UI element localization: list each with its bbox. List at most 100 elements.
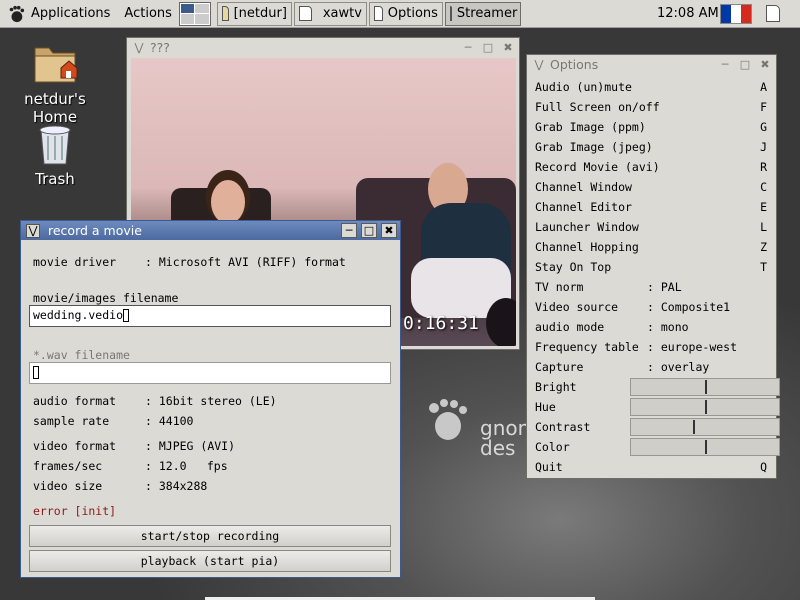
close-icon[interactable]: ✖ xyxy=(757,57,773,72)
options-titlebar[interactable]: ⋁ Options ─ □ ✖ xyxy=(527,55,776,74)
quit-item[interactable]: Quit Q xyxy=(535,457,767,477)
notes-icon[interactable] xyxy=(766,5,780,22)
gnome-foot-icon xyxy=(9,5,25,22)
close-icon[interactable]: ✖ xyxy=(500,40,516,55)
sample-rate-label: sample rate xyxy=(33,414,110,428)
workspace-switcher[interactable] xyxy=(178,1,211,26)
video-format-label: video format xyxy=(33,439,117,453)
folder-icon xyxy=(221,6,229,21)
minimize-icon[interactable]: ─ xyxy=(717,57,733,72)
start-stop-recording-button[interactable]: start/stop recording xyxy=(29,525,391,547)
setting-label: Capture xyxy=(535,360,584,374)
keyboard-layout-flag-icon[interactable] xyxy=(720,4,752,24)
option-setting[interactable]: Frequency table: europe-west xyxy=(535,337,767,357)
playback-button[interactable]: playback (start pia) xyxy=(29,550,391,572)
option-setting[interactable]: Capture: overlay xyxy=(535,357,767,377)
actions-menu[interactable]: Actions xyxy=(117,0,179,28)
option-label: Channel Window xyxy=(535,180,632,194)
fps-value[interactable]: 12.0 xyxy=(159,459,207,473)
window-icon xyxy=(373,6,383,21)
option-item[interactable]: Channel Window C xyxy=(535,177,767,197)
option-item[interactable]: Channel Editor E xyxy=(535,197,767,217)
taskbar-streamer[interactable]: Streamer xyxy=(444,1,521,26)
video-size-label: video size xyxy=(33,479,103,493)
slider-label: Hue xyxy=(535,400,556,414)
taskbar-options[interactable]: Options xyxy=(368,1,443,26)
option-setting[interactable]: audio mode: mono xyxy=(535,317,767,337)
slider-handle[interactable] xyxy=(705,400,707,414)
video-format-row: video format: MJPEG (AVI) xyxy=(33,439,236,453)
slider-row: Bright xyxy=(535,377,780,397)
window-icon xyxy=(449,6,452,21)
slider-track[interactable] xyxy=(630,418,780,436)
trash-desktop-icon[interactable]: Trash xyxy=(0,122,110,188)
video-size-value[interactable]: 384x288 xyxy=(159,479,207,493)
trash-label: Trash xyxy=(35,170,75,188)
option-shortcut: J xyxy=(760,140,767,154)
wallpaper-text: gnome des xyxy=(480,418,526,458)
option-item[interactable]: Stay On Top T xyxy=(535,257,767,277)
option-item[interactable]: Full Screen on/off F xyxy=(535,97,767,117)
option-label: Grab Image (ppm) xyxy=(535,120,646,134)
quit-shortcut: Q xyxy=(760,460,767,474)
window-menu-icon[interactable]: ⋁ xyxy=(532,58,546,72)
option-shortcut: T xyxy=(760,260,767,274)
option-label: Stay On Top xyxy=(535,260,612,274)
audio-format-label: audio format xyxy=(33,394,117,408)
home-folder-icon xyxy=(34,47,78,83)
slider-handle[interactable] xyxy=(705,380,707,394)
taskbar-netdur[interactable]: [netdur] xyxy=(216,1,292,26)
minimize-icon[interactable]: ─ xyxy=(460,40,476,55)
setting-value: europe-west xyxy=(660,340,738,354)
maximize-icon[interactable]: □ xyxy=(737,57,753,72)
option-item[interactable]: Audio (un)mute A xyxy=(535,77,767,97)
option-shortcut: L xyxy=(760,220,767,234)
clock[interactable]: 12:08 AM xyxy=(657,6,719,21)
trash-icon xyxy=(39,125,71,165)
driver-row: movie driver: Microsoft AVI (RIFF) forma… xyxy=(33,255,346,269)
option-item[interactable]: Channel Hopping Z xyxy=(535,237,767,257)
slider-label: Bright xyxy=(535,380,577,394)
setting-value: overlay xyxy=(660,360,710,374)
slider-handle[interactable] xyxy=(693,420,695,434)
filename-input[interactable]: wedding.vedio xyxy=(29,305,391,327)
home-folder-desktop-icon[interactable]: netdur's Home xyxy=(0,40,110,126)
audio-format-row: audio format: 16bit stereo (LE) xyxy=(33,394,277,408)
slider-handle[interactable] xyxy=(705,440,707,454)
video-titlebar[interactable]: ⋁ ??? ─ □ ✖ xyxy=(127,38,519,57)
setting-label: Frequency table xyxy=(535,340,639,354)
option-item[interactable]: Grab Image (ppm) G xyxy=(535,117,767,137)
filename-value: wedding.vedio xyxy=(33,308,124,322)
slider-track[interactable] xyxy=(630,398,780,416)
setting-label: TV norm xyxy=(535,280,584,294)
wav-filename-input[interactable] xyxy=(29,362,391,384)
option-setting[interactable]: Video source: Composite1 xyxy=(535,297,767,317)
audio-format-value[interactable]: 16bit stereo (LE) xyxy=(159,394,277,408)
actions-label: Actions xyxy=(124,6,172,21)
record-window[interactable]: ⋁ record a movie ─ □ ✖ movie driver: Micro… xyxy=(20,220,401,578)
option-setting[interactable]: TV norm: PAL xyxy=(535,277,767,297)
option-shortcut: G xyxy=(760,120,767,134)
window-menu-icon[interactable]: ⋁ xyxy=(132,41,146,55)
setting-value: Composite1 xyxy=(660,300,731,314)
maximize-icon[interactable]: □ xyxy=(480,40,496,55)
video-size-row: video size: 384x288 xyxy=(33,479,208,493)
options-window[interactable]: ⋁ Options ─ □ ✖ Audio (un)mute A Full Screen… xyxy=(526,54,780,479)
slider-track[interactable] xyxy=(630,438,780,456)
option-shortcut: R xyxy=(760,160,767,174)
sample-rate-value[interactable]: 44100 xyxy=(159,414,194,428)
fps-row: frames/sec: 12.0 fps xyxy=(33,459,228,473)
taskbar-xawtv[interactable]: xawtv xyxy=(293,1,367,26)
option-item[interactable]: Record Movie (avi) R xyxy=(535,157,767,177)
slider-track[interactable] xyxy=(630,378,780,396)
option-label: Grab Image (jpeg) xyxy=(535,140,653,154)
sample-rate-row: sample rate: 44100 xyxy=(33,414,194,428)
setting-value: PAL xyxy=(660,280,682,294)
slider-label: Contrast xyxy=(535,420,591,434)
applications-menu[interactable]: Applications xyxy=(0,0,117,28)
option-item[interactable]: Grab Image (jpeg) J xyxy=(535,137,767,157)
option-item[interactable]: Launcher Window L xyxy=(535,217,767,237)
video-format-value[interactable]: MJPEG (AVI) xyxy=(159,439,235,453)
setting-label: audio mode xyxy=(535,320,605,334)
driver-value[interactable]: Microsoft AVI (RIFF) format xyxy=(159,255,346,269)
